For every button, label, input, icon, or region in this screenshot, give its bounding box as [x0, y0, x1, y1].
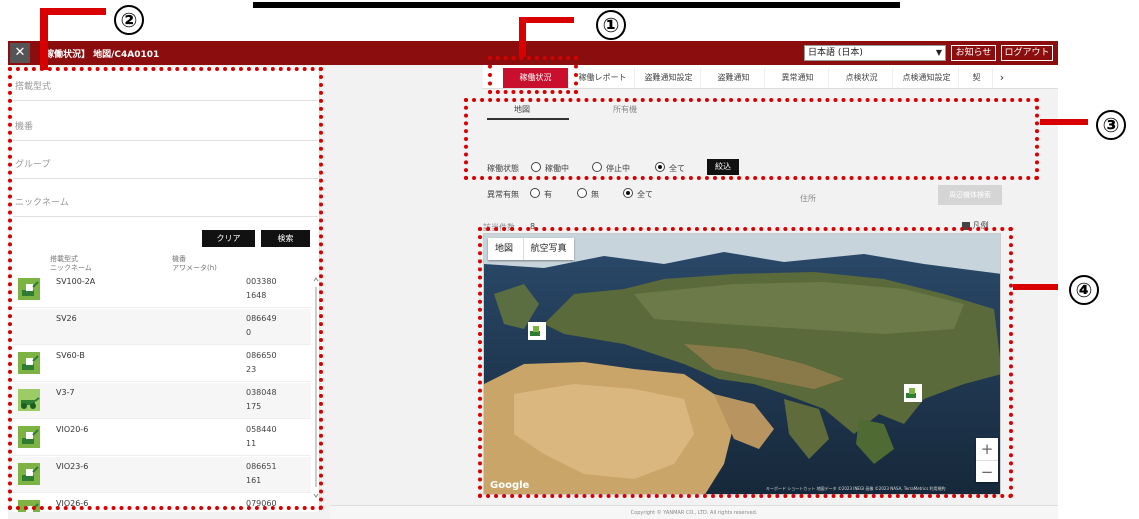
abnormal-radio-yes[interactable]	[530, 188, 540, 198]
annotation-marker-2: ②	[114, 5, 144, 35]
top-black-bar	[253, 2, 900, 8]
abnormal-option-no: 無	[591, 190, 599, 199]
annotation-marker-3: ③	[1096, 110, 1126, 140]
annotation-line-3	[1040, 119, 1088, 125]
abnormal-label: 異常有無	[487, 190, 519, 199]
language-select-value: 日本語 (日本)	[808, 48, 863, 58]
tab-contract[interactable]: 契	[961, 68, 993, 88]
annotation-bracket-2-top	[40, 8, 106, 15]
tab-theft-notice[interactable]: 盗難通知	[703, 68, 765, 88]
abnormal-option-all: 全て	[637, 190, 653, 199]
tab-theft-settings[interactable]: 盗難通知設定	[637, 68, 701, 88]
window-title: 【稼働状況】 地図/C4A0101	[36, 50, 160, 60]
tab-operation-report[interactable]: 稼働レポート	[571, 68, 635, 88]
abnormal-radio-all[interactable]	[623, 188, 633, 198]
close-button[interactable]: ✕	[10, 43, 30, 63]
tab-abnormal-notice[interactable]: 異常通知	[767, 68, 829, 88]
annotation-bracket-1	[519, 17, 526, 57]
notice-button[interactable]: お知らせ	[951, 45, 996, 61]
annotation-box-2	[8, 67, 323, 510]
chevron-down-icon: ▼	[935, 48, 942, 57]
tab-inspection-settings[interactable]: 点検通知設定	[895, 68, 959, 88]
tab-inspection-status[interactable]: 点検状況	[831, 68, 893, 88]
annotation-bracket-1-top	[519, 17, 574, 23]
nearby-search-button[interactable]: 周辺機体検索	[938, 185, 1002, 205]
abnormal-option-yes: 有	[544, 190, 552, 199]
annotation-marker-4: ④	[1069, 275, 1099, 305]
annotation-marker-1: ①	[596, 10, 626, 40]
footer-copyright: Copyright © YANMAR CO., LTD. All rights …	[330, 505, 1058, 519]
annotation-line-4	[1013, 284, 1058, 290]
annotation-box-3	[464, 98, 1039, 180]
language-select[interactable]: 日本語 (日本) ▼	[804, 45, 946, 61]
chevron-right-icon[interactable]: ›	[995, 68, 1009, 88]
abnormal-radio-no[interactable]	[577, 188, 587, 198]
annotation-bracket-2	[40, 8, 48, 70]
address-label: 住所	[800, 194, 816, 203]
annotation-box-1	[488, 56, 578, 94]
logout-button[interactable]: ログアウト	[1001, 45, 1053, 61]
annotation-box-4	[478, 227, 1013, 498]
